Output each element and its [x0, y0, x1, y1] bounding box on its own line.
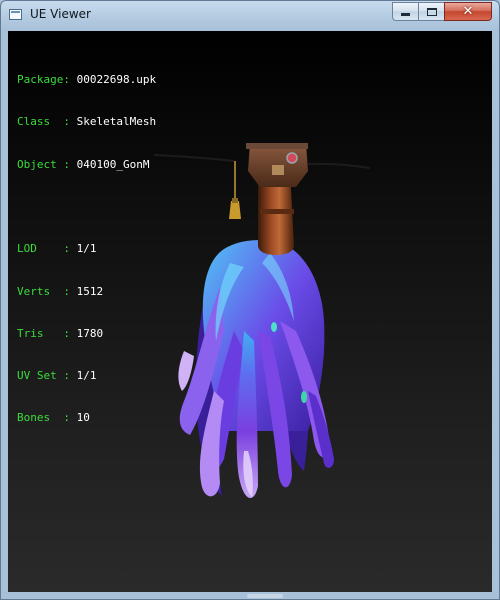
- title-bar[interactable]: UE Viewer ✕: [1, 1, 499, 31]
- minimize-icon: [401, 13, 410, 16]
- hair-ornament: [271, 322, 277, 332]
- app-window: UE Viewer ✕ Package: 00022698.upk Class …: [0, 0, 500, 600]
- skeletal-mesh-hair-model[interactable]: [8, 31, 492, 592]
- tassel: [229, 201, 241, 219]
- hat-plate: [272, 165, 284, 175]
- hair-ornament: [301, 391, 307, 403]
- window-app-icon[interactable]: [9, 9, 22, 20]
- close-icon: ✕: [462, 4, 474, 19]
- resize-grip[interactable]: [247, 594, 283, 598]
- minimize-button[interactable]: [392, 2, 419, 21]
- hat-band: [260, 209, 294, 214]
- maximize-button[interactable]: [418, 2, 445, 21]
- close-button[interactable]: ✕: [444, 2, 492, 21]
- window-title: UE Viewer: [30, 7, 91, 21]
- 3d-viewport[interactable]: Package: 00022698.upk Class : SkeletalMe…: [8, 31, 492, 592]
- hat-string: [153, 154, 235, 162]
- tassel-cap: [232, 198, 238, 203]
- hat-jewel: [286, 152, 298, 164]
- hat-string: [307, 162, 371, 169]
- maximize-icon: [426, 7, 437, 16]
- hat-rim: [246, 143, 308, 149]
